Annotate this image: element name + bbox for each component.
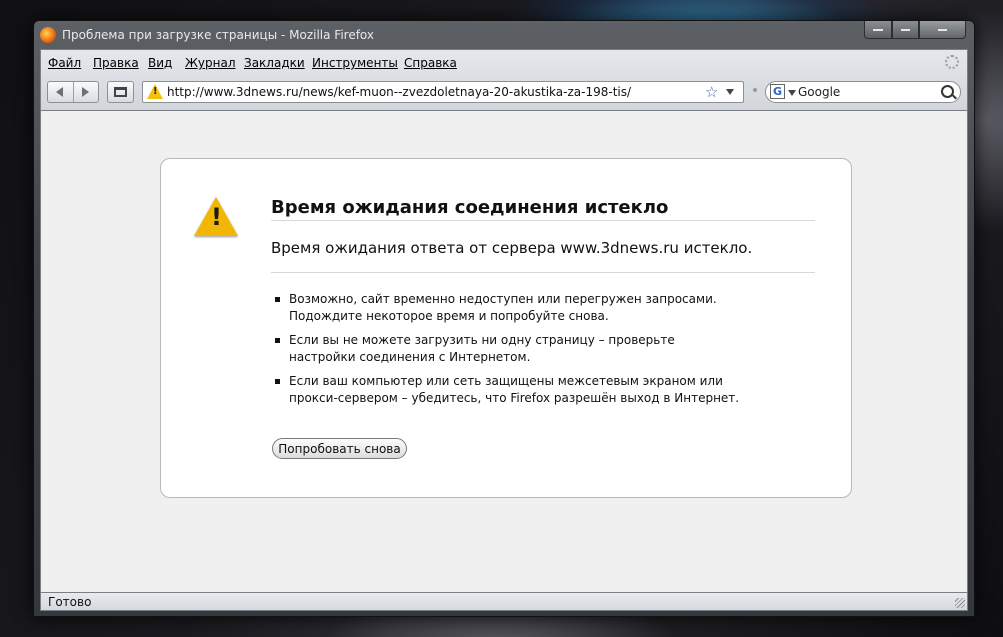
warning-icon (194, 197, 238, 236)
star-icon[interactable]: ☆ (705, 83, 718, 101)
home-icon (114, 87, 127, 97)
title-bar[interactable]: Проблема при загрузке страницы - Mozilla… (34, 21, 974, 49)
menu-file[interactable]: Файл (48, 56, 81, 70)
error-title: Время ожидания соединения истекло (271, 197, 669, 218)
menu-help[interactable]: Справка (404, 56, 457, 70)
throbber-icon (945, 55, 959, 69)
divider (271, 220, 815, 221)
page-content: Время ожидания соединения истекло Время … (40, 111, 968, 592)
search-icon[interactable] (941, 85, 954, 98)
url-bar[interactable]: http://www.3dnews.ru/news/kef-muon--zvez… (142, 81, 744, 103)
google-icon[interactable]: G (770, 84, 785, 99)
url-input[interactable]: http://www.3dnews.ru/news/kef-muon--zvez… (167, 85, 631, 99)
menu-view[interactable]: Вид (148, 56, 172, 70)
status-bar: Готово (40, 592, 968, 611)
search-input[interactable]: Google (798, 85, 840, 99)
divider (271, 272, 815, 273)
menu-edit[interactable]: Правка (93, 56, 139, 70)
navigation-bar: http://www.3dnews.ru/news/kef-muon--zvez… (41, 76, 967, 110)
back-button[interactable] (48, 82, 74, 102)
chevron-down-icon[interactable] (726, 89, 734, 95)
close-button[interactable] (919, 21, 966, 39)
menu-bookmarks[interactable]: Закладки (244, 56, 305, 70)
warning-icon (147, 84, 163, 99)
arrow-right-icon (82, 87, 89, 97)
firefox-logo-icon (40, 27, 56, 43)
list-item: Возможно, сайт временно недоступен или п… (271, 291, 741, 325)
browser-toolbars: Файл Правка Вид Журнал Закладки Инструме… (40, 49, 968, 111)
minimize-button[interactable] (864, 21, 892, 39)
status-text: Готово (48, 595, 92, 609)
maximize-button[interactable] (892, 21, 919, 39)
resize-grip-icon[interactable] (955, 598, 965, 608)
arrow-left-icon (56, 87, 63, 97)
menu-bar: Файл Правка Вид Журнал Закладки Инструме… (41, 50, 967, 76)
list-item: Если ваш компьютер или сеть защищены меж… (271, 373, 741, 407)
toolbar-separator (753, 88, 757, 92)
chevron-down-icon[interactable] (788, 90, 796, 96)
back-forward-group (47, 81, 99, 103)
home-button[interactable] (107, 81, 134, 103)
search-bar[interactable]: G Google (765, 81, 961, 103)
forward-button[interactable] (73, 82, 98, 102)
window-title: Проблема при загрузке страницы - Mozilla… (62, 28, 374, 42)
suggestions-list: Возможно, сайт временно недоступен или п… (271, 291, 741, 414)
menu-history[interactable]: Журнал (185, 56, 236, 70)
list-item: Если вы не можете загрузить ни одну стра… (271, 332, 741, 366)
try-again-button[interactable]: Попробовать снова (272, 438, 407, 459)
error-description: Время ожидания ответа от сервера www.3dn… (271, 239, 753, 257)
browser-window: Проблема при загрузке страницы - Mozilla… (33, 20, 975, 617)
error-panel: Время ожидания соединения истекло Время … (160, 158, 852, 498)
menu-tools[interactable]: Инструменты (312, 56, 398, 70)
